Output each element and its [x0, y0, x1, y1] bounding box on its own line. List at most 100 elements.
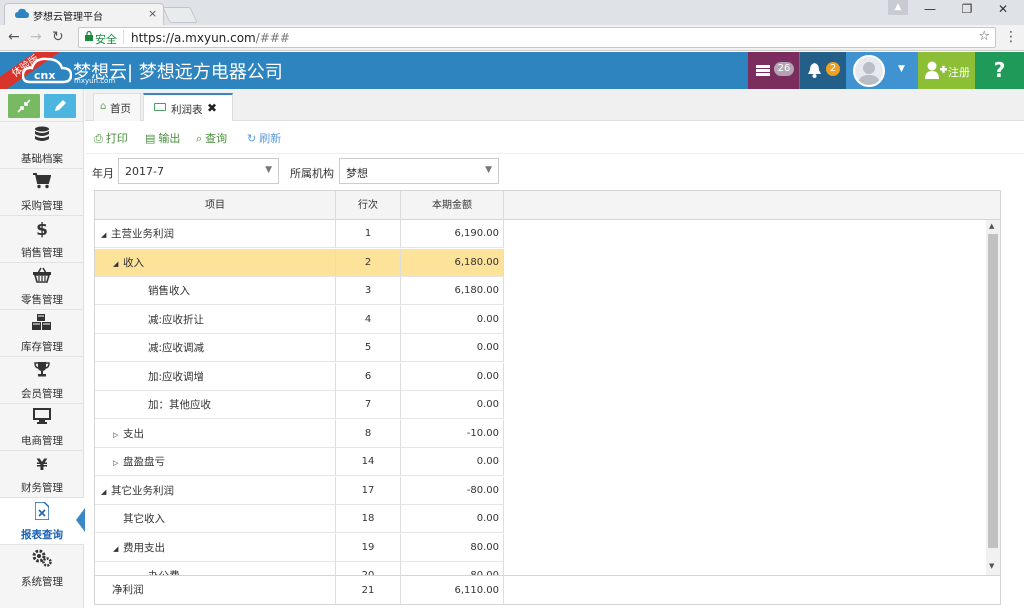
sidebar-item-retail[interactable]: 零售管理 — [0, 262, 84, 309]
sidebar-item-label: 报表查询 — [21, 529, 63, 541]
row-line: 4 — [336, 305, 401, 334]
refresh-button[interactable]: ↻ 刷新 — [247, 130, 281, 146]
row-item: 加:应收调增 — [148, 370, 205, 383]
table-row[interactable]: 其它收入 18 0.00 — [95, 505, 504, 533]
tree-expanded-icon[interactable]: ◢ — [101, 478, 111, 506]
scroll-up-icon[interactable]: ▲ — [989, 222, 994, 230]
row-amount: 0.00 — [401, 305, 504, 334]
table-row[interactable]: 加：其他应收 7 0.00 — [95, 391, 504, 419]
forward-icon[interactable]: → — [30, 29, 42, 45]
messages-button[interactable]: 26 — [748, 52, 799, 89]
gears-icon — [0, 549, 84, 569]
browser-tab-close-icon[interactable]: × — [148, 7, 157, 20]
table-row[interactable]: 加:应收调增 6 0.00 — [95, 362, 504, 391]
row-amount: 6,180.00 — [401, 248, 504, 277]
table-footer-row[interactable]: 净利润 21 6,110.00 — [95, 575, 1000, 605]
tree-expanded-icon[interactable]: ◢ — [101, 221, 111, 249]
address-bar[interactable]: 安全 https://a.mxyun.com/### ☆ — [78, 27, 996, 48]
tree-expanded-icon[interactable]: ◢ — [113, 250, 123, 278]
column-header-item[interactable]: 项目 — [95, 191, 336, 220]
close-tab-icon[interactable]: ✖ — [207, 101, 217, 115]
browser-toolbar: ← → ↻ 安全 https://a.mxyun.com/### ☆ ⋮ — [0, 25, 1024, 51]
browser-tab[interactable]: 梦想云管理平台 × — [4, 3, 164, 25]
tree-collapsed-icon[interactable]: ▷ — [113, 421, 123, 449]
org-select[interactable]: 梦想 ▼ — [339, 158, 499, 184]
tab-profit-statement[interactable]: 利润表 ✖ — [143, 93, 233, 121]
row-amount: 80.00 — [401, 533, 504, 562]
logo[interactable]: 体验版 cnx 梦想云| 梦想远方电器公司 mxyun.com — [0, 52, 300, 89]
row-item: 盘盈盘亏 — [123, 456, 165, 468]
page-tabs: ⌂ 首页 利润表 ✖ — [85, 89, 1024, 121]
reload-icon[interactable]: ↻ — [52, 29, 64, 45]
sidebar-item-system[interactable]: 系统管理 — [0, 544, 84, 591]
close-window-button[interactable]: ✕ — [991, 2, 1015, 16]
sidebar-item-members[interactable]: 会员管理 — [0, 356, 84, 403]
printer-icon: ⎙ — [94, 132, 103, 145]
sidebar-item-reports[interactable]: 报表查询 — [0, 497, 84, 544]
cloud-logo-icon: cnx — [22, 57, 72, 84]
table-row[interactable]: 减:应收调减 5 0.00 — [95, 334, 504, 362]
browser-user-icon[interactable]: ▲ — [888, 0, 908, 15]
bell-icon — [808, 63, 821, 78]
edit-button[interactable] — [44, 94, 76, 118]
new-tab-button[interactable] — [162, 7, 198, 23]
user-menu-button[interactable]: ▼ — [846, 52, 918, 89]
row-item: 其它收入 — [123, 513, 165, 525]
back-icon[interactable]: ← — [8, 29, 20, 45]
tree-collapsed-icon[interactable]: ▷ — [113, 449, 123, 477]
cart-icon — [0, 173, 84, 193]
month-label: 年月 — [92, 167, 114, 180]
query-button[interactable]: ⌕ 查询 — [196, 130, 227, 146]
tab-home[interactable]: ⌂ 首页 — [93, 93, 141, 121]
table-row[interactable]: ▷ 盘盈盘亏 14 0.00 — [95, 448, 504, 476]
sidebar-item-finance[interactable]: ¥ 财务管理 — [0, 450, 84, 497]
table-row[interactable]: 销售收入 3 6,180.00 — [95, 277, 504, 305]
notifications-button[interactable]: 2 — [800, 52, 846, 89]
bookmark-star-icon[interactable]: ☆ — [978, 29, 990, 44]
column-header-amount[interactable]: 本期金额 — [401, 191, 504, 220]
table-row[interactable]: ◢ 收入 2 6,180.00 — [95, 248, 504, 278]
scroll-down-icon[interactable]: ▼ — [989, 562, 994, 570]
row-line: 18 — [336, 505, 401, 533]
print-button[interactable]: ⎙ 打印 — [94, 130, 128, 146]
table-row[interactable]: ◢ 费用支出 19 80.00 — [95, 533, 504, 563]
sidebar-item-ecommerce[interactable]: 电商管理 — [0, 403, 84, 450]
browser-menu-icon[interactable]: ⋮ — [1004, 29, 1018, 45]
row-line: 1 — [336, 220, 401, 248]
register-button[interactable]: 注册 — [918, 52, 975, 89]
sidebar-item-label: 基础档案 — [21, 153, 63, 165]
sidebar-item-label: 库存管理 — [21, 341, 63, 353]
table-row[interactable]: ◢ 主营业务利润 1 6,190.00 — [95, 220, 504, 248]
vertical-scrollbar[interactable]: ▲ ▼ — [986, 220, 1000, 575]
url-text: https://a.mxyun.com/### — [131, 31, 290, 45]
sidebar-item-label: 会员管理 — [21, 388, 63, 400]
sidebar-item-inventory[interactable]: 库存管理 — [0, 309, 84, 356]
restore-button[interactable]: ❐ — [955, 2, 979, 16]
row-amount: 0.00 — [401, 448, 504, 476]
table-row[interactable]: ◢ 其它业务利润 17 -80.00 — [95, 476, 504, 506]
sidebar-item-basic-files[interactable]: 基础档案 — [0, 121, 84, 168]
table-row[interactable]: 办公费2080.00 — [95, 562, 504, 575]
table-row[interactable]: ▷ 支出 8 -10.00 — [95, 419, 504, 449]
row-amount: 80.00 — [401, 562, 504, 575]
table-row[interactable]: 减:应收折让 4 0.00 — [95, 305, 504, 334]
row-line: 8 — [336, 419, 401, 448]
scrollbar-thumb[interactable] — [988, 234, 998, 548]
messages-count-badge: 26 — [774, 62, 794, 76]
collapse-sidebar-button[interactable] — [8, 94, 40, 118]
profit-table: 项目 行次 本期金额 ◢ 主营业务利润 1 6,190.00 ◢ 收入 2 6,180.00 销… — [94, 190, 1001, 605]
row-line: 3 — [336, 277, 401, 305]
tree-expanded-icon[interactable]: ◢ — [113, 535, 123, 563]
sidebar-item-purchase[interactable]: 采购管理 — [0, 168, 84, 215]
minimize-button[interactable]: — — [918, 2, 942, 16]
export-file-icon: ▤ — [145, 132, 156, 145]
row-line: 2 — [336, 248, 401, 277]
column-header-line[interactable]: 行次 — [336, 191, 401, 220]
browser-tab-title: 梦想云管理平台 — [33, 12, 103, 23]
sidebar-item-sales[interactable]: $ 销售管理 — [0, 215, 84, 262]
export-button[interactable]: ▤ 输出 — [145, 130, 180, 146]
row-amount: 0.00 — [401, 334, 504, 362]
browser-tabstrip: 梦想云管理平台 × ▲ — ❐ ✕ — [0, 0, 1024, 25]
help-button[interactable]: ? — [975, 52, 1024, 89]
month-select[interactable]: 2017-7 ▼ — [118, 158, 279, 184]
